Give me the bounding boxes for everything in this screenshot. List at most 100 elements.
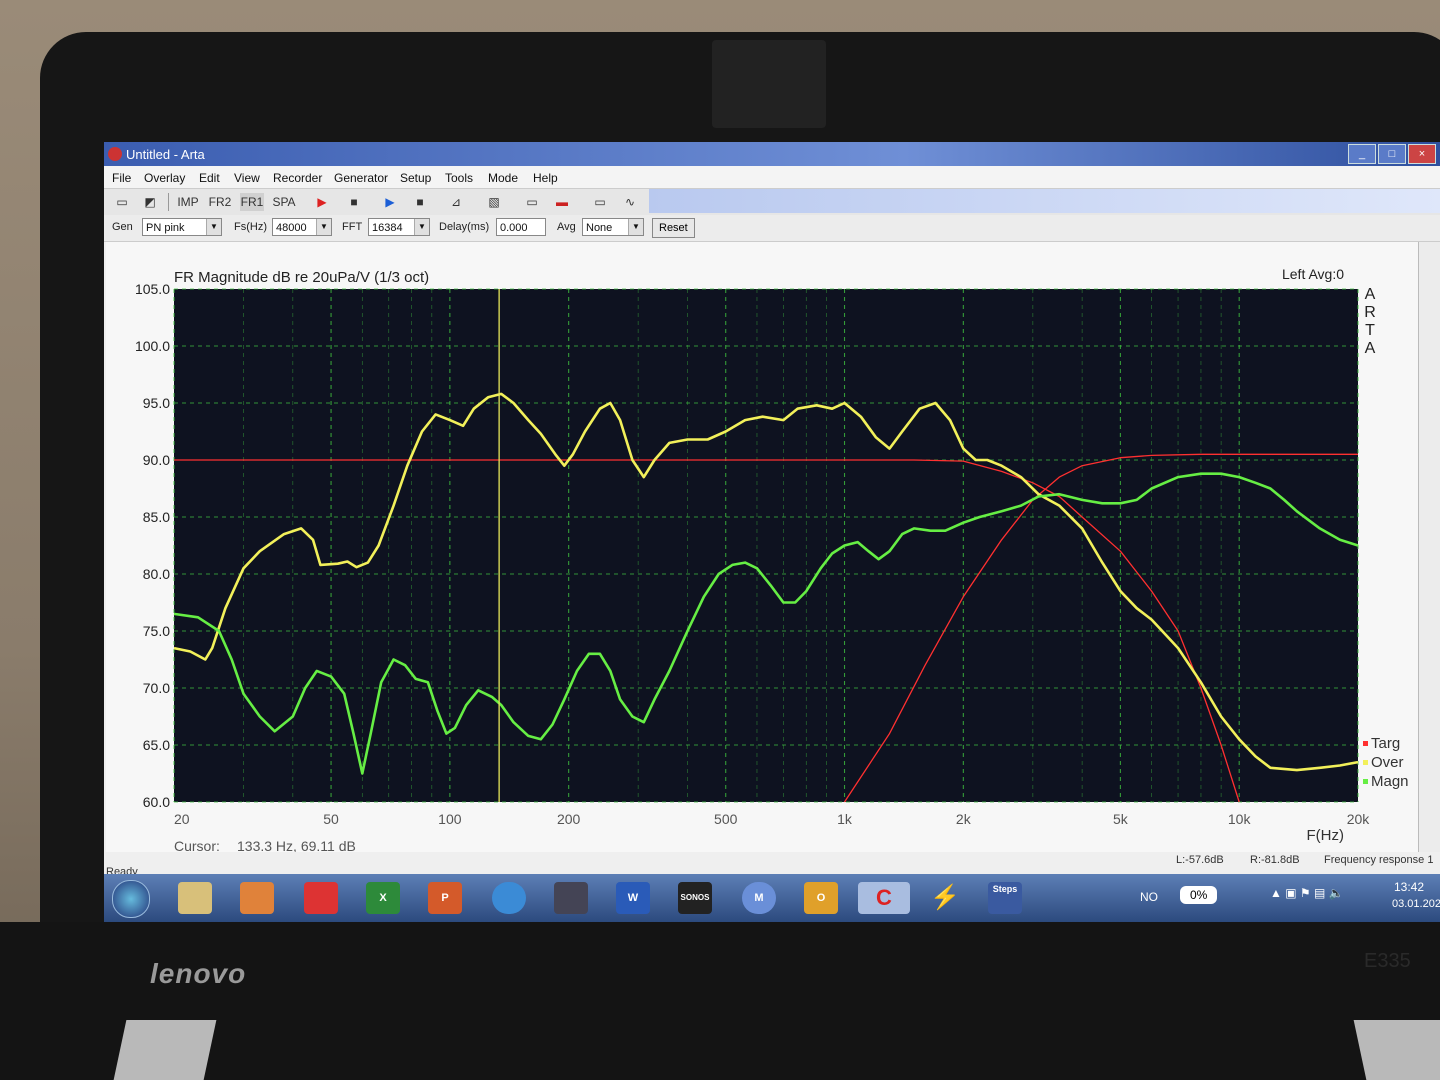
outlook-icon[interactable]: O — [804, 882, 838, 914]
new-file-icon[interactable]: ▭ — [110, 193, 134, 211]
arta-letter: T — [1365, 322, 1375, 339]
fs-label: Fs(Hz) — [234, 221, 267, 233]
toolbar-separator — [168, 193, 169, 211]
media-center-icon[interactable] — [492, 882, 526, 914]
arta-vertical-logo: ARTA — [1364, 286, 1376, 357]
legend-label: Magn — [1371, 773, 1409, 790]
m-app-icon[interactable]: M — [742, 882, 776, 914]
x-tick-label: 1k — [837, 811, 853, 827]
delay-input[interactable]: 0.000 — [496, 218, 546, 236]
fft-value: 16384 — [372, 222, 403, 234]
arta-taskbar-icon[interactable]: C — [858, 882, 910, 914]
colors-icon[interactable]: ▬ — [550, 193, 574, 211]
tool-icon[interactable] — [554, 882, 588, 914]
x-axis-label: F(Hz) — [1307, 827, 1345, 844]
powerpoint-icon[interactable]: P — [428, 882, 462, 914]
menu-setup[interactable]: Setup — [400, 171, 431, 185]
lightning-icon[interactable]: ⚡ — [928, 882, 962, 914]
y-tick-label: 105.0 — [135, 281, 170, 297]
hinge-left — [113, 1020, 217, 1080]
arta-letter: A — [1365, 286, 1376, 303]
plot-area: 60.0 65.0 70.0 75.0 80.0 85.0 90.0 95.0 100.0 105… — [106, 242, 1418, 872]
y-tick-label: 65.0 — [143, 737, 170, 753]
menu-overlay[interactable]: Overlay — [144, 171, 185, 185]
fr1-mode-button[interactable]: FR1 — [240, 193, 264, 211]
language-indicator[interactable]: NO — [1140, 890, 1158, 904]
start-button[interactable] — [112, 880, 150, 918]
y-tick-label: 75.0 — [143, 623, 170, 639]
y-tick-label: 100.0 — [135, 338, 170, 354]
chevron-down-icon[interactable]: ▼ — [628, 219, 643, 235]
calibrate-icon[interactable]: ▧ — [482, 193, 506, 211]
fft-select[interactable]: 16384 ▼ — [368, 218, 430, 236]
arta-letter: R — [1364, 304, 1376, 321]
battery-percent[interactable]: 0% — [1180, 886, 1218, 904]
media-player-icon[interactable] — [240, 882, 274, 914]
side-panel — [1418, 242, 1440, 872]
chevron-down-icon[interactable]: ▼ — [316, 219, 331, 235]
y-tick-label: 60.0 — [143, 794, 170, 810]
stop-icon[interactable]: ■ — [408, 193, 432, 211]
sonos-icon[interactable]: SONOS — [678, 882, 712, 914]
menu-view[interactable]: View — [234, 171, 260, 185]
frequency-response-chart[interactable]: 60.0 65.0 70.0 75.0 80.0 85.0 90.0 95.0 100.0 105… — [106, 242, 1418, 872]
model-label: E335 — [1364, 950, 1411, 972]
windows-taskbar: X P W SONOS M O C ⚡ Steps NO 0% ▲ ▣ ⚑ ▤ … — [104, 874, 1440, 922]
spa-mode-button[interactable]: SPA — [272, 193, 296, 211]
play-icon[interactable]: ▶ — [378, 193, 402, 211]
fr2-mode-button[interactable]: FR2 — [208, 193, 232, 211]
generator-select[interactable]: PN pink ▼ — [142, 218, 222, 236]
menu-bar: File Overlay Edit View Recorder Generato… — [104, 166, 1440, 189]
record-icon[interactable]: ▶ — [310, 193, 334, 211]
delay-value: 0.000 — [500, 222, 528, 234]
office-icon[interactable] — [304, 882, 338, 914]
excel-icon[interactable]: X — [366, 882, 400, 914]
avg-label: Avg — [557, 221, 576, 233]
steps-icon[interactable]: Steps — [988, 882, 1022, 914]
tray-icons[interactable]: ▲ ▣ ⚑ ▤ 🔈 — [1270, 886, 1344, 900]
legend-swatch — [1363, 741, 1368, 746]
menu-file[interactable]: File — [112, 171, 131, 185]
open-file-icon[interactable]: ◩ — [138, 193, 162, 211]
right-level: R:-81.8dB — [1250, 854, 1300, 866]
toolbar-filler — [649, 189, 1440, 213]
hinge-right — [1353, 1020, 1440, 1080]
x-tick-label: 50 — [323, 811, 339, 827]
chevron-down-icon[interactable]: ▼ — [414, 219, 429, 235]
menu-recorder[interactable]: Recorder — [273, 171, 322, 185]
y-tick-label: 80.0 — [143, 566, 170, 582]
menu-generator[interactable]: Generator — [334, 171, 388, 185]
stop-record-icon[interactable]: ■ — [342, 193, 366, 211]
legend: Targ Over Magn — [1363, 735, 1409, 790]
overlay-icon[interactable]: ▭ — [588, 193, 612, 211]
clock-time[interactable]: 13:42 — [1394, 880, 1424, 894]
left-level: L:-57.6dB — [1176, 854, 1224, 866]
menu-help[interactable]: Help — [533, 171, 558, 185]
waveform-icon[interactable]: ∿ — [618, 193, 642, 211]
maximize-button[interactable]: □ — [1378, 144, 1406, 164]
y-tick-label: 85.0 — [143, 509, 170, 525]
imp-mode-button[interactable]: IMP — [176, 193, 200, 211]
menu-tools[interactable]: Tools — [445, 171, 473, 185]
clock-date[interactable]: 03.01.202 — [1392, 898, 1440, 910]
fft-label: FFT — [342, 221, 363, 233]
avg-select[interactable]: None ▼ — [582, 218, 644, 236]
legend-label: Targ — [1371, 735, 1400, 752]
generator-value: PN pink — [146, 222, 185, 234]
explorer-icon[interactable] — [178, 882, 212, 914]
sample-rate-value: 48000 — [276, 222, 307, 234]
reset-button[interactable]: Reset — [652, 218, 695, 238]
x-tick-label: 5k — [1113, 811, 1129, 827]
chevron-down-icon[interactable]: ▼ — [206, 219, 221, 235]
generator-icon[interactable]: ⊿ — [444, 193, 468, 211]
menu-mode[interactable]: Mode — [488, 171, 518, 185]
status-bar: Ready L:-57.6dB R:-81.8dB Frequency resp… — [104, 852, 1440, 878]
menu-edit[interactable]: Edit — [199, 171, 220, 185]
avg-value: None — [586, 222, 613, 234]
word-icon[interactable]: W — [616, 882, 650, 914]
sample-rate-select[interactable]: 48000 ▼ — [272, 218, 332, 236]
minimize-button[interactable]: _ — [1348, 144, 1376, 164]
x-tick-label: 20 — [174, 811, 190, 827]
scope-icon[interactable]: ▭ — [520, 193, 544, 211]
close-button[interactable]: × — [1408, 144, 1436, 164]
